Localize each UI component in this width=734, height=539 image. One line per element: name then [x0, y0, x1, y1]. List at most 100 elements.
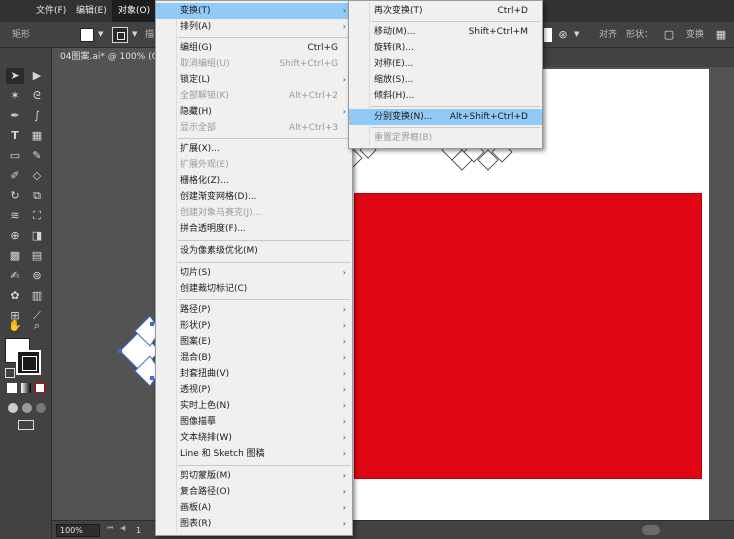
anchor-point [118, 349, 122, 353]
menu-item-rasterize[interactable]: 栅格化(Z)... [156, 173, 352, 189]
document-tab[interactable]: 04图案.ai* @ 100% (C [52, 48, 166, 67]
menu-item-gradient-mesh[interactable]: 创建渐变网格(D)... [156, 189, 352, 205]
lasso-icon[interactable]: ᘓ [28, 88, 46, 104]
red-rectangle[interactable] [354, 193, 702, 479]
draw-mode-icon[interactable] [8, 403, 18, 413]
chevron-down-icon[interactable]: ▼ [132, 30, 137, 38]
gradient-mode-icon[interactable] [21, 383, 31, 393]
menu-item-blend[interactable]: 混合(B) › [156, 350, 352, 366]
menu-item-text-wrap[interactable]: 文本绕排(W) › [156, 430, 352, 446]
shaper-tool-icon[interactable]: ✐ [6, 168, 24, 184]
menu-item-graph[interactable]: 图表(R) › [156, 516, 352, 532]
zoom-level[interactable]: 100% [56, 524, 100, 537]
chevron-right-icon: › [342, 305, 346, 314]
hand-tool-icon[interactable]: ✋ [6, 318, 24, 334]
rectangle-tool-icon[interactable]: ▭ [6, 148, 24, 164]
menu-item-live-paint[interactable]: 实时上色(N) › [156, 398, 352, 414]
menu-item-reset-bounding-box[interactable]: 重置定界框(B) [349, 130, 542, 146]
menu-item-expand[interactable]: 扩展(X)... [156, 141, 352, 157]
menu-item-rotate[interactable]: 旋转(R)... [349, 40, 542, 56]
symbol-sprayer-icon[interactable]: ✿ [6, 288, 24, 304]
rotate-tool-icon[interactable]: ↻ [6, 188, 24, 204]
fill-swatch[interactable] [80, 28, 94, 42]
paintbrush-icon[interactable]: ✎ [28, 148, 46, 164]
type-tool-icon[interactable]: T [6, 128, 24, 144]
blend-tool-icon[interactable]: ⊚ [28, 268, 46, 284]
menu-item-unlock-all[interactable]: 全部解锁(K) Alt+Ctrl+2 [156, 88, 352, 104]
menu-item-transform[interactable]: 变换(T) › [156, 3, 352, 19]
eraser-icon[interactable]: ◇ [28, 168, 46, 184]
gradient-tool-icon[interactable]: ▤ [28, 248, 46, 264]
color-chip[interactable] [544, 28, 552, 42]
page-number[interactable]: 1 [136, 524, 148, 537]
menu-item-pixel-perfect[interactable]: 设为像素级优化(M) [156, 243, 352, 259]
pen-tool-icon[interactable]: ✒ [6, 108, 24, 124]
globe-icon[interactable]: ⊛ [554, 26, 572, 44]
shape-props-label[interactable]: 形状： [626, 22, 653, 48]
scale-tool-icon[interactable]: ⧉ [28, 188, 46, 204]
menu-item-move[interactable]: 移动(M)... Shift+Ctrl+M [349, 24, 542, 40]
menu-item-show-all[interactable]: 显示全部 Alt+Ctrl+3 [156, 120, 352, 136]
menu-item-arrange[interactable]: 排列(A) › [156, 19, 352, 35]
live-paint-icon[interactable]: ◨ [28, 228, 46, 244]
menu-item-slice[interactable]: 切片(S) › [156, 265, 352, 281]
chevron-right-icon: › [342, 268, 346, 277]
menu-file[interactable]: 文件(F) [30, 0, 72, 22]
menu-item-trim-marks[interactable]: 创建裁切标记(C) [156, 281, 352, 297]
curvature-tool-icon[interactable]: ∫ [28, 108, 46, 124]
none-mode-icon[interactable] [35, 383, 45, 393]
stroke-swatch[interactable] [112, 27, 128, 43]
free-transform-icon[interactable]: ⛶ [28, 208, 46, 224]
magic-wand-icon[interactable]: ✶ [6, 88, 24, 104]
align-label[interactable]: 对齐 [599, 22, 617, 48]
square-icon[interactable]: ▢ [660, 26, 678, 44]
warp-tool-icon[interactable]: ≋ [6, 208, 24, 224]
menu-item-transform-again[interactable]: 再次变换(T) Ctrl+D [349, 3, 542, 19]
menu-item-path[interactable]: 路径(P) › [156, 302, 352, 318]
chevron-down-icon[interactable]: ▼ [98, 30, 103, 38]
draw-behind-icon[interactable] [22, 403, 32, 413]
menu-item-reflect[interactable]: 对称(E)... [349, 56, 542, 72]
stroke-color-box[interactable] [16, 350, 41, 375]
menu-item-artboards[interactable]: 画板(A) › [156, 500, 352, 516]
draw-inside-icon[interactable] [36, 403, 46, 413]
selected-diamonds[interactable] [115, 316, 160, 391]
grid-icon[interactable]: ▦ [712, 26, 730, 44]
menu-item-ungroup[interactable]: 取消编组(U) Shift+Ctrl+G [156, 56, 352, 72]
menu-item-scale[interactable]: 缩放(S)... [349, 72, 542, 88]
menu-item-compound-path[interactable]: 复合路径(O) › [156, 484, 352, 500]
menu-item-expand-appearance[interactable]: 扩展外观(E) [156, 157, 352, 173]
menu-item-group[interactable]: 编组(G) Ctrl+G [156, 40, 352, 56]
graph-tool-icon[interactable]: ▥ [28, 288, 46, 304]
default-colors-icon[interactable] [5, 368, 15, 378]
menu-item-transform-each[interactable]: 分别变换(N)... Alt+Shift+Ctrl+D [349, 109, 542, 125]
screen-mode-icon[interactable] [18, 420, 34, 430]
menu-edit[interactable]: 编辑(E) [70, 0, 113, 22]
menu-item-lock[interactable]: 锁定(L) › [156, 72, 352, 88]
menu-item-flatten-transparency[interactable]: 拼合透明度(F)... [156, 221, 352, 237]
chevron-down-icon[interactable]: ▼ [574, 30, 579, 38]
zoom-tool-icon[interactable]: ⌕ [28, 318, 46, 334]
menu-item-clipping-mask[interactable]: 剪切蒙版(M) › [156, 468, 352, 484]
menu-item-envelope-distort[interactable]: 封套扭曲(V) › [156, 366, 352, 382]
menu-item-line-sketch[interactable]: Line 和 Sketch 图稿 › [156, 446, 352, 462]
eyedropper-icon[interactable]: ✍ [6, 268, 24, 284]
menu-item-hide[interactable]: 隐藏(H) › [156, 104, 352, 120]
grid-tool-icon[interactable]: ▦ [28, 128, 46, 144]
menu-item-shape[interactable]: 形状(P) › [156, 318, 352, 334]
first-page-icon[interactable]: ⏮ [107, 524, 113, 533]
menu-object[interactable]: 对象(O) [112, 0, 157, 22]
menu-item-image-trace[interactable]: 图像描摹 › [156, 414, 352, 430]
perspective-grid-icon[interactable]: ▩ [6, 248, 24, 264]
transform-label[interactable]: 变换 [686, 22, 704, 48]
menu-item-object-mosaic[interactable]: 创建对象马赛克(J)... [156, 205, 352, 221]
horizontal-scrollbar-thumb[interactable] [642, 525, 660, 535]
menu-item-shear[interactable]: 倾斜(H)... [349, 88, 542, 104]
menu-item-perspective[interactable]: 透视(P) › [156, 382, 352, 398]
shape-builder-icon[interactable]: ⊕ [6, 228, 24, 244]
menu-item-pattern[interactable]: 图案(E) › [156, 334, 352, 350]
selection-tool-icon[interactable]: ➤ [6, 68, 24, 84]
color-mode-icon[interactable] [7, 383, 17, 393]
prev-page-icon[interactable]: ◀ [120, 524, 125, 532]
direct-selection-tool-icon[interactable]: ▶ [28, 68, 46, 84]
